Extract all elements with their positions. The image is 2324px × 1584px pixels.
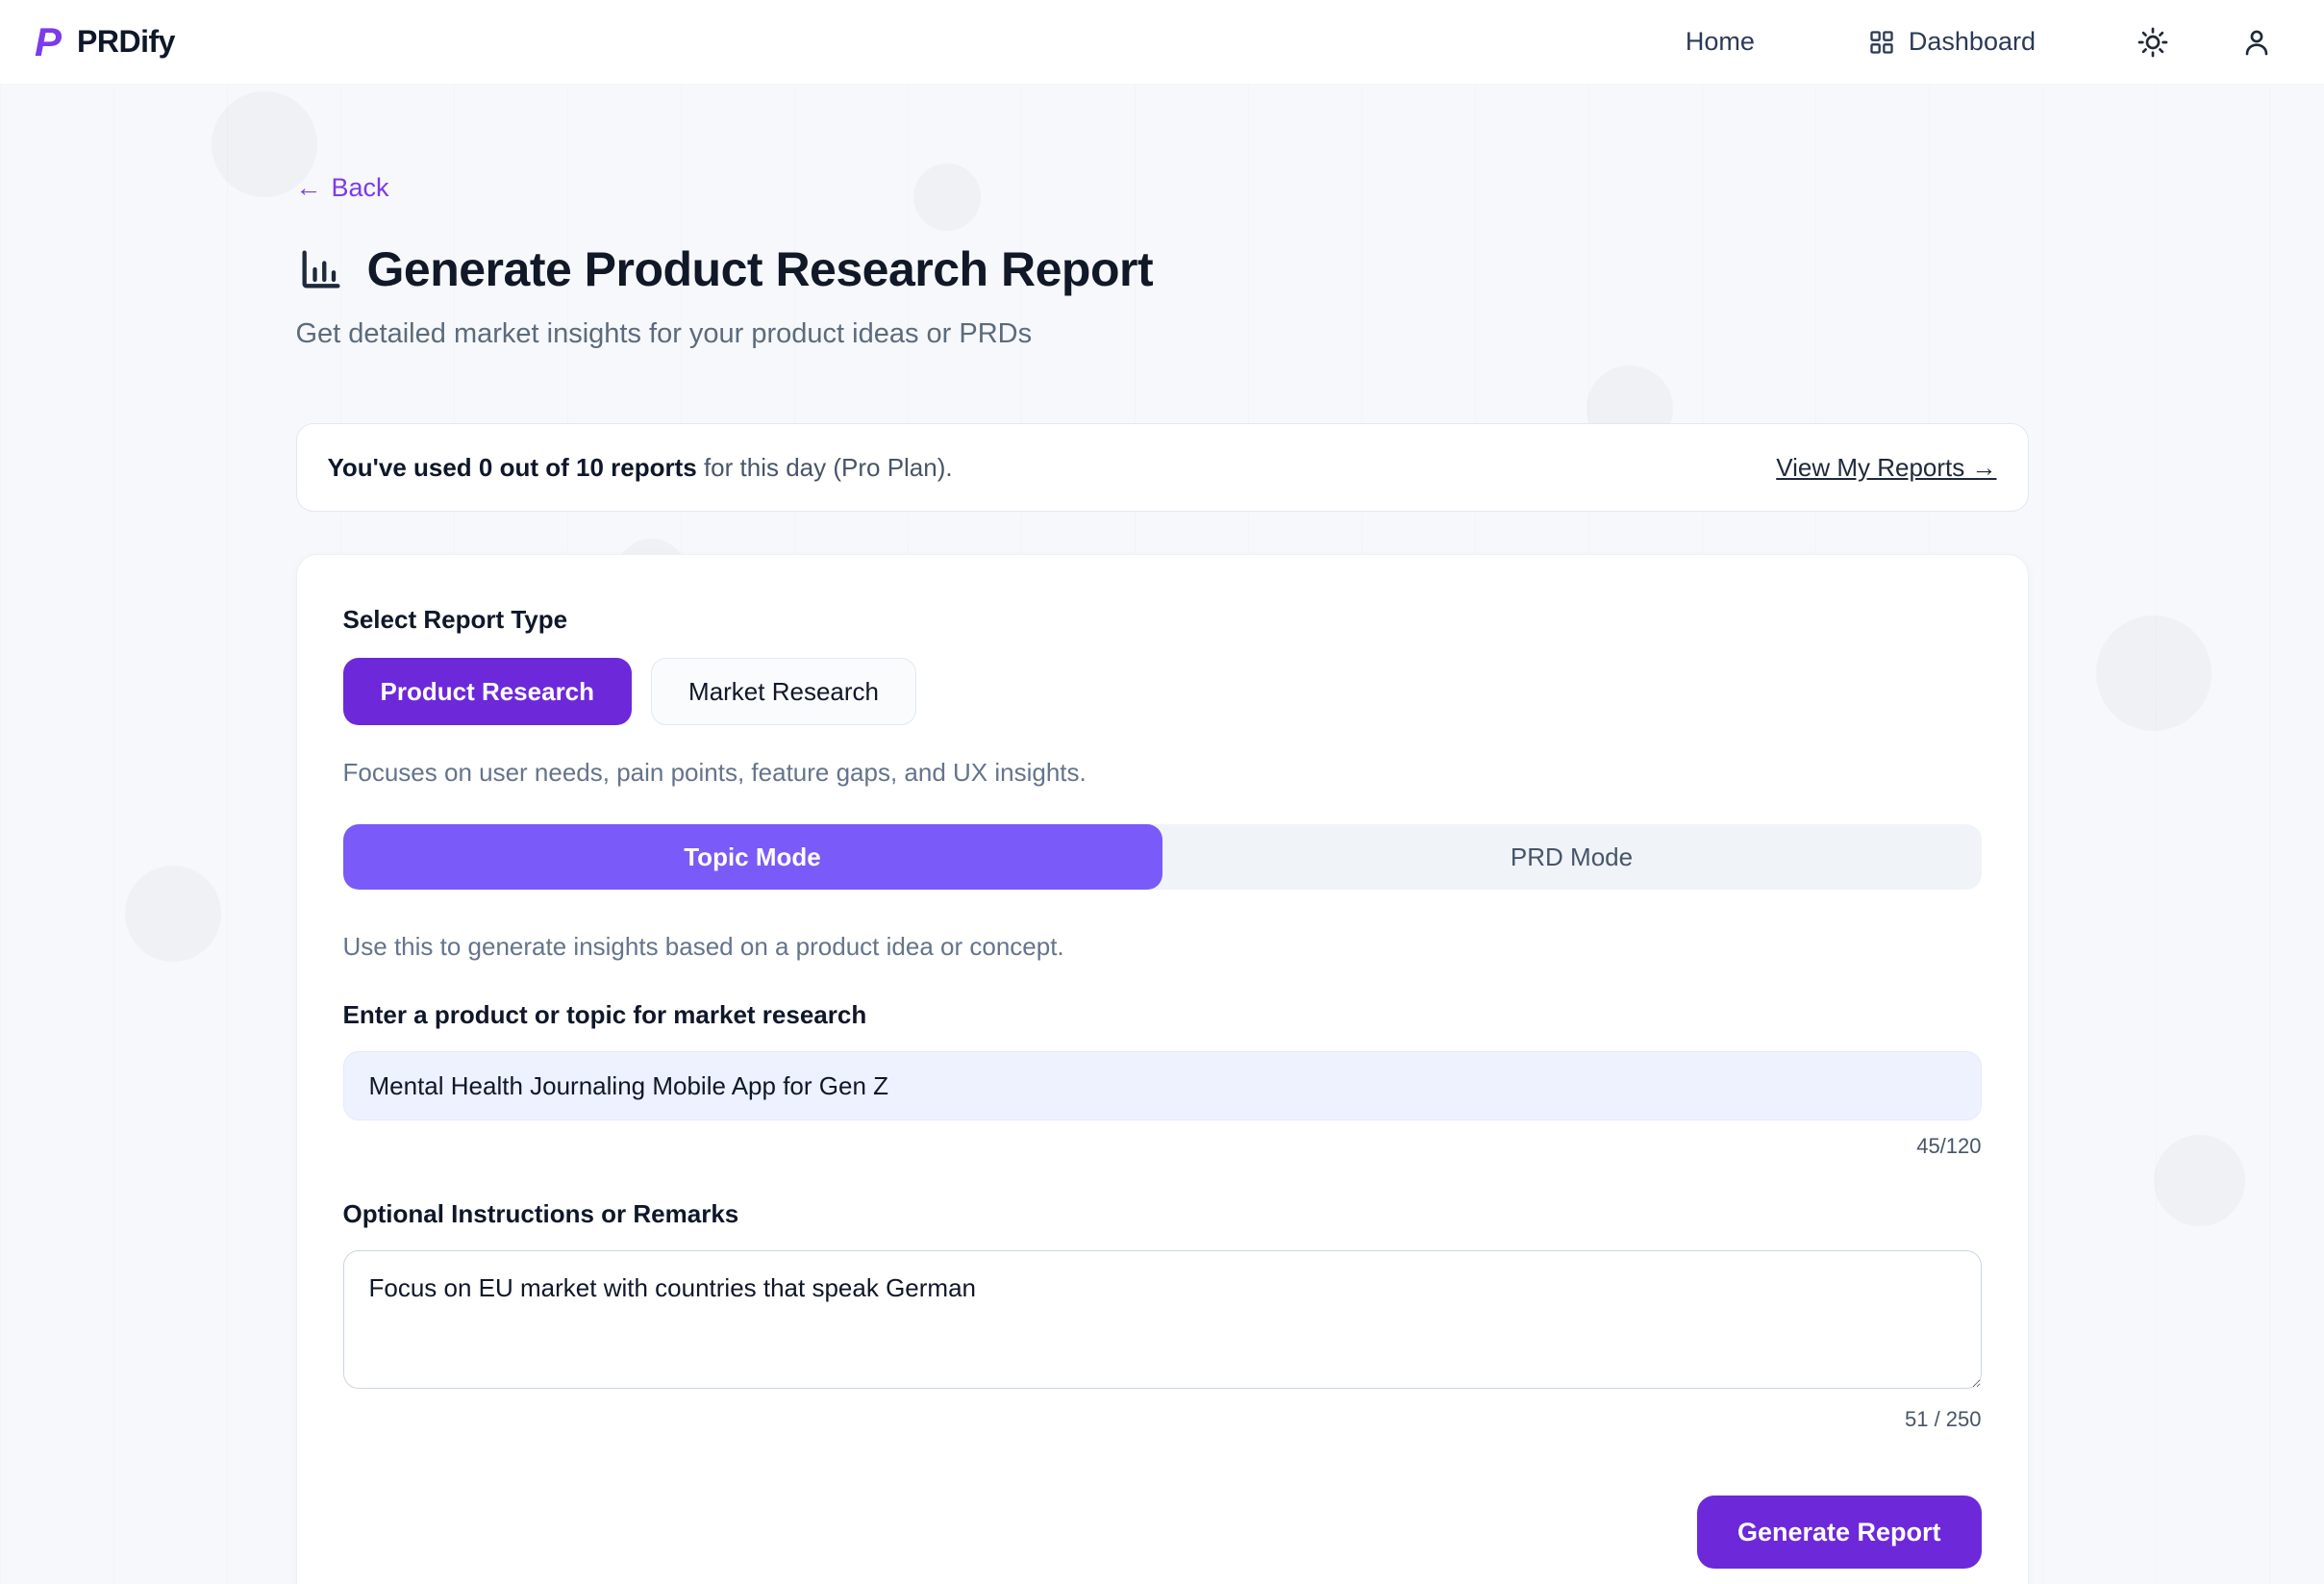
page-title: Generate Product Research Report <box>367 241 1154 297</box>
top-navbar: P PRDify Home Dashboard <box>0 0 2324 85</box>
topic-char-counter: 45/120 <box>343 1134 1982 1159</box>
user-icon <box>2241 27 2272 58</box>
brand-logo-group[interactable]: P PRDify <box>35 22 175 63</box>
generate-report-button[interactable]: Generate Report <box>1697 1496 1982 1569</box>
sun-icon <box>2137 27 2168 58</box>
theme-toggle-button[interactable] <box>2128 17 2178 67</box>
arrow-left-icon: ← <box>296 173 322 203</box>
main-content: ← Back Generate Product Research Report … <box>296 85 2029 1584</box>
nav-dashboard-label: Dashboard <box>1909 27 2036 57</box>
brand-name: PRDify <box>77 24 175 60</box>
page-subtitle: Get detailed market insights for your pr… <box>296 318 2029 350</box>
mode-segmented-control: Topic Mode PRD Mode <box>343 824 1982 890</box>
view-reports-link[interactable]: View My Reports → <box>1776 453 1996 483</box>
report-type-label: Select Report Type <box>343 605 1982 635</box>
back-link[interactable]: ← Back <box>296 173 389 203</box>
mode-description: Use this to generate insights based on a… <box>343 932 1982 962</box>
prd-mode-tab[interactable]: PRD Mode <box>1162 824 1982 890</box>
remarks-char-counter: 51 / 250 <box>343 1407 1982 1432</box>
page-title-row: Generate Product Research Report <box>296 241 2029 297</box>
remarks-label: Optional Instructions or Remarks <box>343 1199 1982 1229</box>
topic-input[interactable] <box>343 1051 1982 1120</box>
back-link-label: Back <box>332 173 389 203</box>
usage-rest: for this day (Pro Plan). <box>697 453 953 482</box>
bar-chart-icon <box>296 244 346 294</box>
submit-row: Generate Report <box>343 1496 1982 1569</box>
grid-icon <box>1868 29 1895 56</box>
brand-logo-icon: P <box>35 22 63 63</box>
usage-banner: You've used 0 out of 10 reports for this… <box>296 423 2029 512</box>
navbar-links: Home Dashboard <box>1686 17 2282 67</box>
report-type-buttons: Product Research Market Research <box>343 658 1982 725</box>
report-form-card: Select Report Type Product Research Mark… <box>296 554 2029 1584</box>
usage-text: You've used 0 out of 10 reports for this… <box>328 453 953 483</box>
product-research-button[interactable]: Product Research <box>343 658 633 725</box>
account-button[interactable] <box>2232 17 2282 67</box>
topic-mode-tab[interactable]: Topic Mode <box>343 824 1162 890</box>
usage-count: You've used 0 out of 10 reports <box>328 453 697 482</box>
market-research-button[interactable]: Market Research <box>651 658 916 725</box>
report-type-description: Focuses on user needs, pain points, feat… <box>343 758 1982 788</box>
nav-home-link[interactable]: Home <box>1686 27 1755 57</box>
nav-dashboard-link[interactable]: Dashboard <box>1868 27 2036 57</box>
topic-input-label: Enter a product or topic for market rese… <box>343 1000 1982 1030</box>
remarks-textarea[interactable]: Focus on EU market with countries that s… <box>343 1250 1982 1389</box>
app-viewport: P PRDify Home Dashboard <box>0 0 2324 1584</box>
